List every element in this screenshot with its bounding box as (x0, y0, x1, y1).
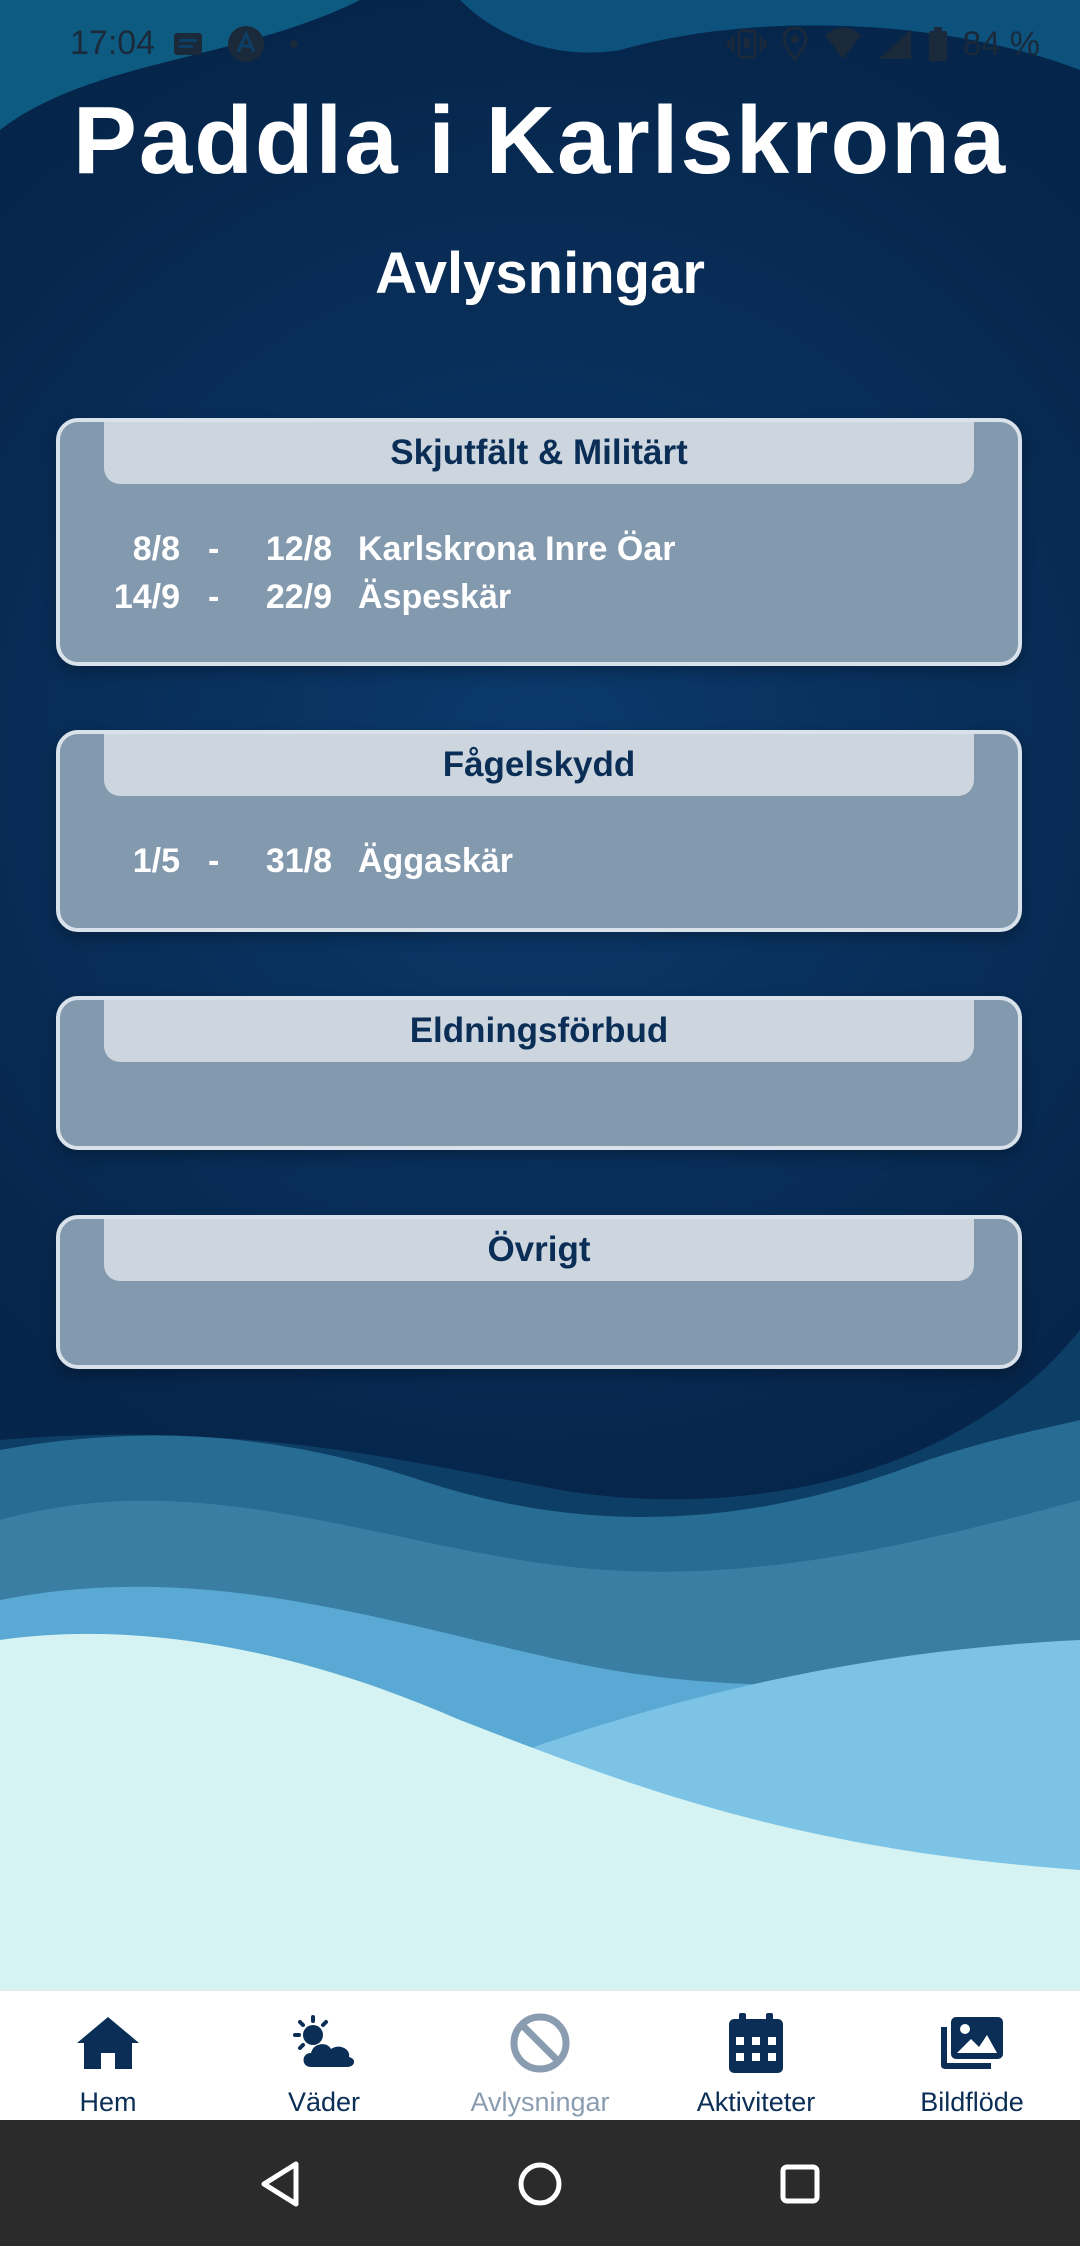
card-military: Skjutfält & Militärt 8/8 - 12/8 Karlskro… (56, 418, 1022, 666)
battery-percentage: 84 % (962, 24, 1041, 63)
card-rows: 8/8 - 12/8 Karlskrona Inre Öar 14/9 - 22… (60, 530, 1018, 626)
card-rows: 1/5 - 31/8 Äggaskär (60, 842, 1018, 890)
closure-start-date: 1/5 (132, 842, 180, 880)
home-circle-icon (518, 2162, 562, 2206)
card-header: Eldningsförbud (104, 1000, 974, 1062)
nav-item-weather[interactable]: Väder (216, 1991, 432, 2121)
nav-label: Aktiviteter (696, 2087, 816, 2117)
nav-label: Väder (287, 2087, 361, 2117)
closure-start-date: 14/9 (113, 578, 180, 616)
app-title: Paddla i Karlskrona (72, 87, 1008, 194)
nav-label: Bildflöde (920, 2087, 1024, 2117)
closure-row: 8/8 - 12/8 Karlskrona Inre Öar (60, 530, 1018, 578)
signal-icon (878, 29, 911, 59)
date-separator: - (208, 530, 220, 568)
closure-end-date: 12/8 (265, 530, 332, 568)
nav-item-image-feed[interactable]: Bildflöde (864, 1991, 1080, 2121)
ban-icon (510, 2013, 570, 2073)
home-button[interactable] (512, 2156, 568, 2212)
dot-icon (290, 40, 298, 48)
recents-button[interactable] (772, 2156, 828, 2212)
closure-end-date: 22/9 (265, 578, 332, 616)
home-icon (77, 2017, 139, 2069)
wifi-icon (824, 27, 861, 59)
date-separator: - (208, 578, 220, 616)
closure-place: Karlskrona Inre Öar (358, 530, 676, 568)
app-notification-icon (228, 26, 264, 62)
recents-square-icon (780, 2164, 820, 2204)
closure-row: 14/9 - 22/9 Äspeskär (60, 578, 1018, 626)
back-button[interactable] (252, 2156, 308, 2212)
system-navigation-bar (0, 2120, 1080, 2246)
closure-place: Äggaskär (358, 842, 513, 880)
closure-end-date: 31/8 (265, 842, 332, 880)
closure-row: 1/5 - 31/8 Äggaskär (60, 842, 1018, 890)
card-other: Övrigt (56, 1215, 1022, 1369)
location-icon (781, 26, 808, 62)
images-icon (941, 2017, 1003, 2069)
nav-label: Hem (79, 2087, 137, 2117)
nav-label: Avlysningar (470, 2087, 610, 2117)
vibrate-icon (727, 29, 766, 59)
nav-item-home[interactable]: Hem (0, 1991, 216, 2121)
card-header: Fågelskydd (104, 734, 974, 796)
battery-icon (928, 27, 947, 61)
bottom-navigation: Hem Väder Avlysningar Aktiviteter Bildfl… (0, 1990, 1080, 2121)
page-title: Avlysningar (375, 241, 705, 306)
message-icon (174, 33, 202, 55)
status-bar: 17:04 84 % (0, 0, 1080, 90)
card-header: Skjutfält & Militärt (104, 422, 974, 484)
date-separator: - (208, 842, 220, 880)
card-bird-protection: Fågelskydd 1/5 - 31/8 Äggaskär (56, 730, 1022, 932)
closure-start-date: 8/8 (132, 530, 180, 568)
nav-item-activities[interactable]: Aktiviteter (648, 1991, 864, 2121)
nav-item-cancellations[interactable]: Avlysningar (432, 1991, 648, 2121)
calendar-icon (729, 2013, 783, 2073)
weather-icon (293, 2015, 355, 2067)
closure-place: Äspeskär (358, 578, 512, 616)
status-time: 17:04 (70, 24, 156, 62)
card-header: Övrigt (104, 1219, 974, 1281)
card-fire-ban: Eldningsförbud (56, 996, 1022, 1150)
back-triangle-icon (261, 2161, 299, 2207)
